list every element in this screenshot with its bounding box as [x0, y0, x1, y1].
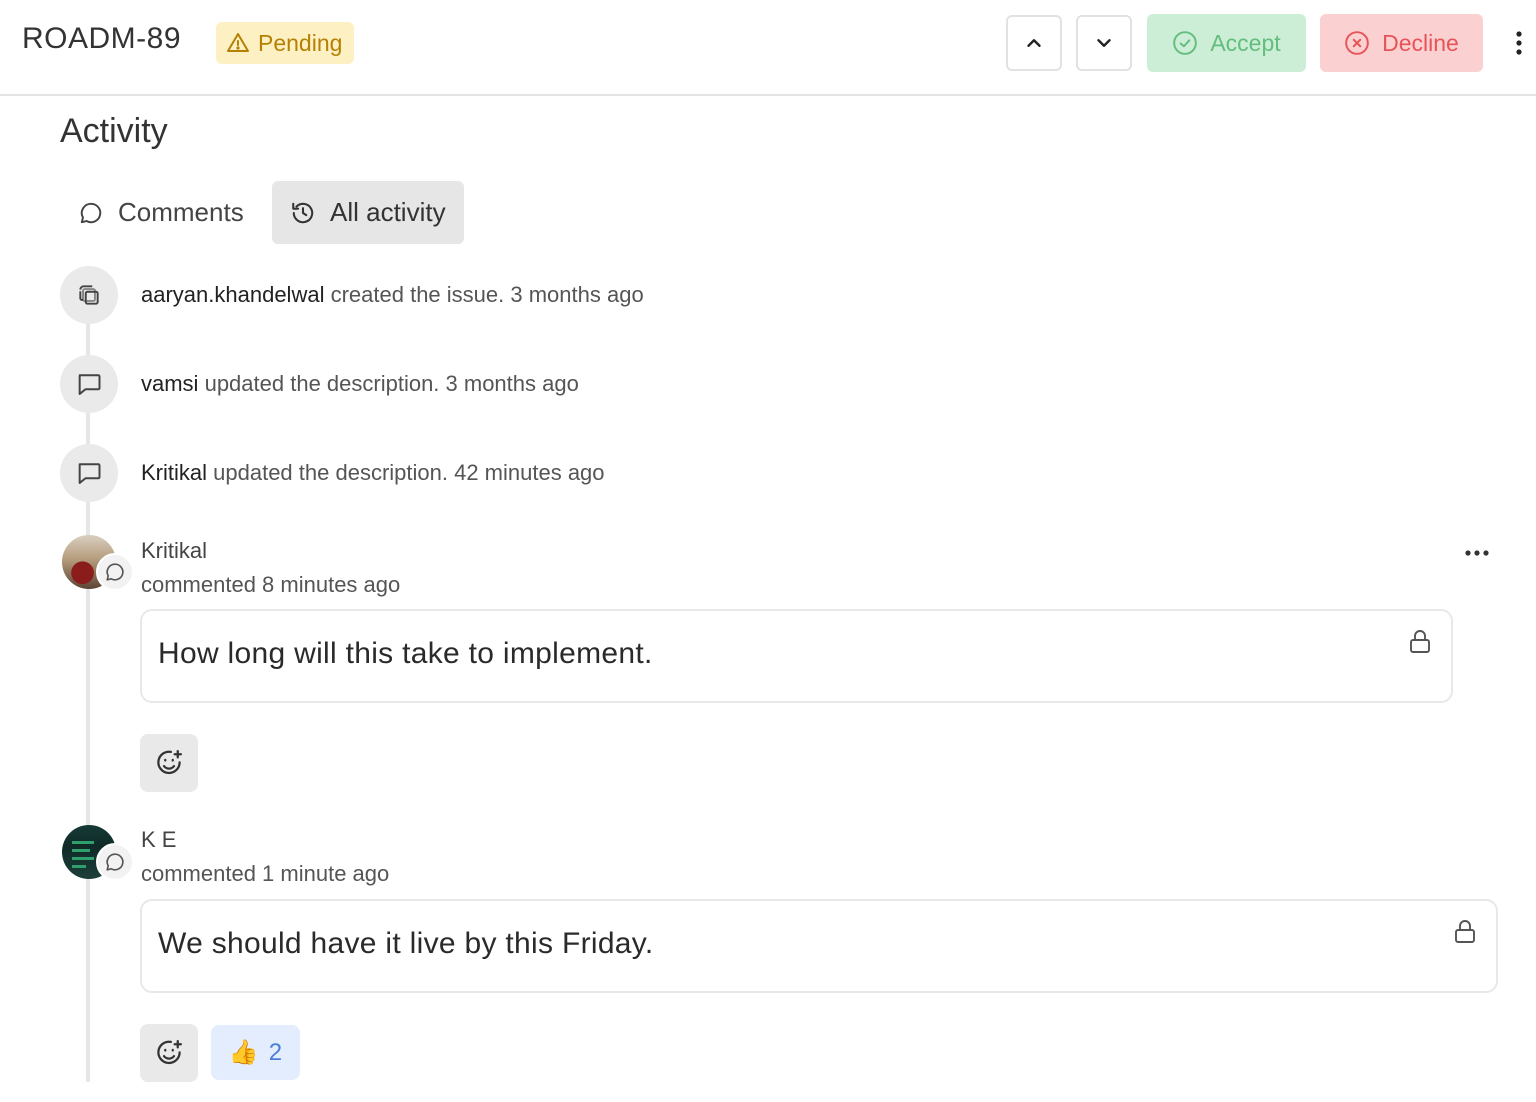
- timeline-line: [86, 300, 90, 1082]
- reaction-thumbs-up[interactable]: 👍 2: [211, 1025, 300, 1080]
- smile-plus-icon: [157, 750, 182, 775]
- event-user[interactable]: vamsi: [141, 371, 198, 396]
- layers-icon: [79, 285, 99, 305]
- issue-header: ROADM-89 Pending Accept Decline: [0, 0, 1536, 96]
- comment-body: How long will this take to implement.: [158, 637, 653, 670]
- event-icon-created: [60, 266, 118, 324]
- accept-button[interactable]: Accept: [1147, 14, 1306, 72]
- comment-author[interactable]: K E: [141, 827, 176, 853]
- thumbs-up-icon: 👍: [228, 1039, 259, 1066]
- add-reaction-button[interactable]: [140, 734, 198, 792]
- event-description-update: Kritikal updated the description. 42 min…: [141, 460, 605, 486]
- history-icon: [292, 202, 314, 223]
- more-horizontal-icon: [1465, 550, 1489, 556]
- comment-icon: [106, 853, 124, 871]
- comment-meta: commented 8 minutes ago: [141, 572, 401, 597]
- warning-icon: [227, 33, 249, 52]
- reaction-count: 2: [268, 1038, 283, 1066]
- add-reaction-button[interactable]: [140, 1024, 198, 1082]
- issue-key: ROADM-89: [22, 22, 182, 55]
- comment-box: We should have it live by this Friday.: [140, 899, 1498, 993]
- more-options-button[interactable]: [1508, 24, 1530, 62]
- chevron-up-icon: [1027, 39, 1041, 47]
- decline-label: Decline: [1382, 29, 1459, 56]
- comment-icon: [80, 202, 102, 223]
- event-description-update: vamsi updated the description. 3 months …: [141, 371, 579, 397]
- tab-all-activity[interactable]: All activity: [272, 181, 464, 244]
- event-user[interactable]: aaryan.khandelwal: [141, 282, 324, 307]
- event-created: aaryan.khandelwal created the issue. 3 m…: [141, 282, 644, 308]
- event-user[interactable]: Kritikal: [141, 460, 207, 485]
- event-description: created the issue. 3 months ago: [330, 282, 644, 307]
- message-square-icon: [78, 374, 101, 395]
- activity-title: Activity: [60, 112, 168, 150]
- accept-label: Accept: [1210, 29, 1281, 56]
- check-circle-icon: [1173, 31, 1198, 55]
- event-description: updated the description. 42 minutes ago: [213, 460, 605, 485]
- next-issue-button[interactable]: [1076, 15, 1132, 71]
- tab-comments-label: Comments: [118, 197, 244, 227]
- comment-badge: [96, 553, 134, 591]
- comment-author[interactable]: Kritikal: [141, 538, 207, 564]
- status-label: Pending: [258, 29, 343, 56]
- event-icon-description: [60, 355, 118, 413]
- x-circle-icon: [1345, 31, 1369, 55]
- smile-plus-icon: [157, 1040, 182, 1065]
- comment-badge: [96, 843, 134, 881]
- tab-all-activity-label: All activity: [330, 197, 446, 227]
- previous-issue-button[interactable]: [1006, 15, 1062, 71]
- status-badge[interactable]: Pending: [216, 22, 355, 64]
- event-icon-description: [60, 444, 118, 502]
- comment-icon: [106, 563, 124, 581]
- event-description: updated the description. 3 months ago: [204, 371, 579, 396]
- comment-more-button[interactable]: [1463, 543, 1491, 563]
- message-square-icon: [78, 463, 101, 484]
- decline-button[interactable]: Decline: [1320, 14, 1483, 72]
- comment-box: How long will this take to implement.: [140, 609, 1453, 703]
- lock-icon: [1455, 920, 1475, 943]
- lock-icon: [1410, 630, 1430, 653]
- chevron-down-icon: [1097, 39, 1111, 47]
- comment-meta: commented 1 minute ago: [141, 861, 390, 886]
- tab-comments[interactable]: Comments: [62, 181, 260, 244]
- more-vertical-icon: [1516, 31, 1522, 55]
- comment-body: We should have it live by this Friday.: [158, 927, 654, 960]
